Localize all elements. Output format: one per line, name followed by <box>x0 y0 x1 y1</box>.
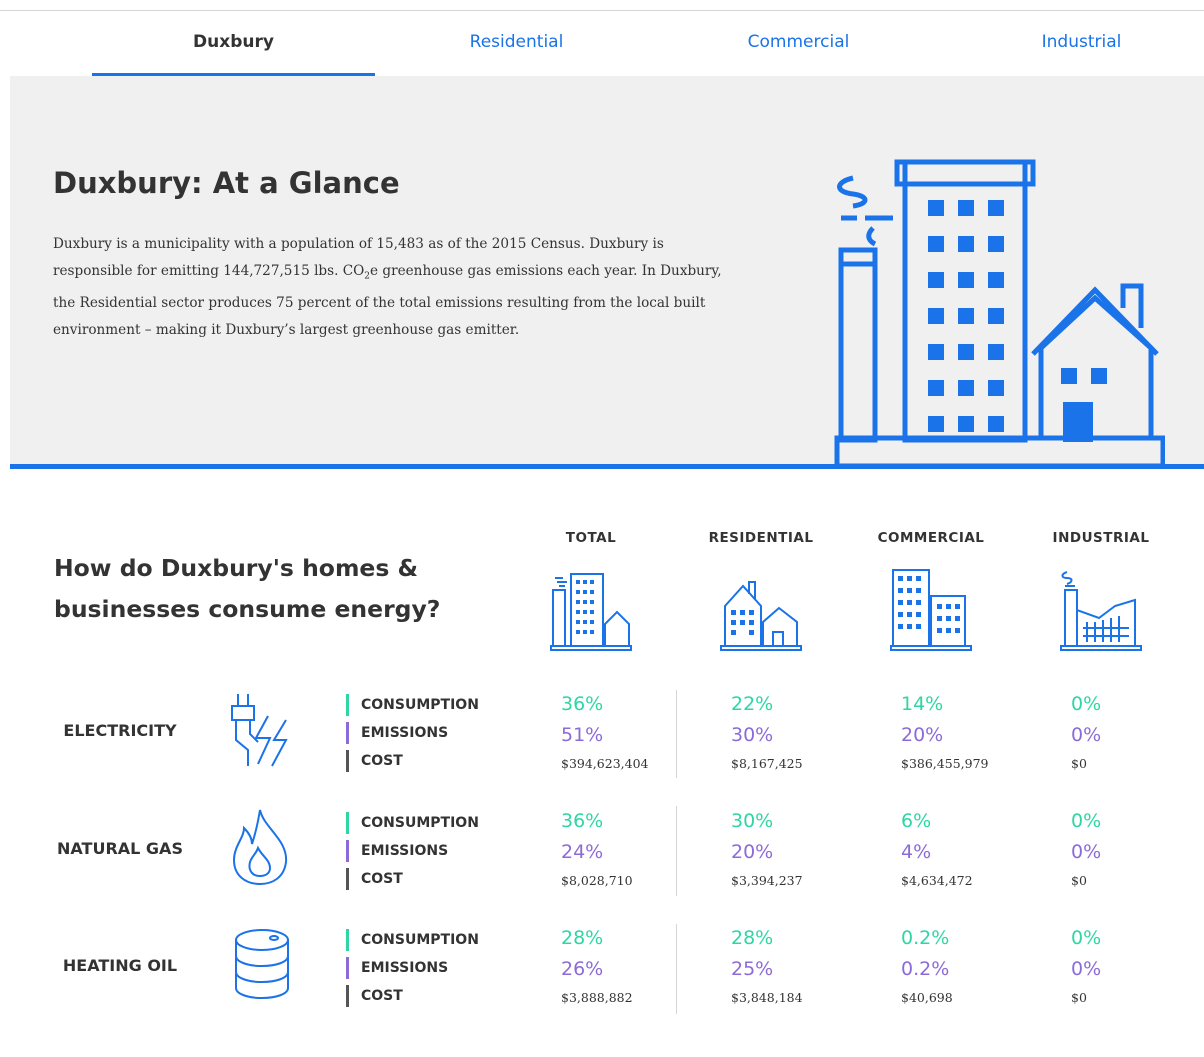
heating-oil-residential-consumption: 28% <box>731 927 774 949</box>
metric-label-cost: COST <box>346 868 403 890</box>
metric-label-emissions: EMISSIONS <box>346 957 448 979</box>
tab-residential[interactable]: Residential <box>375 28 658 76</box>
natural-gas-total-consumption: 36% <box>561 810 604 832</box>
column-header-residential: RESIDENTIAL <box>708 530 814 546</box>
metric-label-consumption: CONSUMPTION <box>346 812 479 834</box>
row-label-natural-gas: NATURAL GAS <box>57 839 183 858</box>
city-skyline-icon <box>834 159 1165 468</box>
page-title: Duxbury: At a Glance <box>53 166 400 200</box>
electric-plug-icon <box>231 694 288 767</box>
electricity-commercial-cost: $386,455,979 <box>901 756 989 771</box>
electricity-industrial-cost: $0 <box>1071 756 1087 771</box>
electricity-residential-cost: $8,167,425 <box>731 756 803 771</box>
natural-gas-industrial-consumption: 0% <box>1071 810 1102 832</box>
total-buildings-icon <box>550 573 632 651</box>
column-divider <box>676 806 677 896</box>
column-header-industrial: INDUSTRIAL <box>1052 530 1150 546</box>
natural-gas-residential-cost: $3,394,237 <box>731 873 803 888</box>
natural-gas-commercial-emissions: 4% <box>901 841 932 863</box>
tab-commercial[interactable]: Commercial <box>657 28 940 76</box>
metric-label-emissions: EMISSIONS <box>346 840 448 862</box>
natural-gas-industrial-cost: $0 <box>1071 873 1087 888</box>
natural-gas-total-cost: $8,028,710 <box>561 873 633 888</box>
metric-label-consumption: CONSUMPTION <box>346 694 479 716</box>
natural-gas-residential-emissions: 20% <box>731 841 774 863</box>
heating-oil-total-cost: $3,888,882 <box>561 990 633 1005</box>
heating-oil-industrial-consumption: 0% <box>1071 927 1102 949</box>
hero-description: Duxbury is a municipality with a populat… <box>53 236 722 339</box>
heating-oil-residential-emissions: 25% <box>731 958 774 980</box>
commercial-buildings-icon <box>890 569 972 651</box>
flame-icon <box>232 809 288 886</box>
industrial-factory-icon <box>1060 571 1142 651</box>
electricity-industrial-consumption: 0% <box>1071 693 1102 715</box>
natural-gas-commercial-cost: $4,634,472 <box>901 873 973 888</box>
column-divider <box>676 690 677 778</box>
heating-oil-residential-cost: $3,848,184 <box>731 990 803 1005</box>
column-header-commercial: COMMERCIAL <box>877 530 985 546</box>
heating-oil-commercial-cost: $40,698 <box>901 990 953 1005</box>
residential-buildings-icon <box>720 581 802 651</box>
electricity-residential-emissions: 30% <box>731 724 774 746</box>
hero-accent-bar <box>10 464 1204 469</box>
oil-barrel-icon <box>235 929 289 1000</box>
metric-label-cost: COST <box>346 985 403 1007</box>
metric-label-emissions: EMISSIONS <box>346 722 448 744</box>
at-a-glance-panel: Duxbury: At a Glance Duxbury is a munici… <box>10 76 1204 468</box>
natural-gas-residential-consumption: 30% <box>731 810 774 832</box>
heating-oil-total-consumption: 28% <box>561 927 604 949</box>
electricity-total-cost: $394,623,404 <box>561 756 649 771</box>
heating-oil-industrial-emissions: 0% <box>1071 958 1102 980</box>
sector-tabs: Duxbury Residential Commercial Industria… <box>92 28 1204 76</box>
section-title: How do Duxbury's homes & businesses cons… <box>54 554 441 623</box>
heating-oil-industrial-cost: $0 <box>1071 990 1087 1005</box>
electricity-industrial-emissions: 0% <box>1071 724 1102 746</box>
electricity-residential-consumption: 22% <box>731 693 774 715</box>
row-label-heating-oil: HEATING OIL <box>62 956 178 975</box>
heating-oil-commercial-emissions: 0.2% <box>901 958 950 980</box>
natural-gas-industrial-emissions: 0% <box>1071 841 1102 863</box>
tab-duxbury[interactable]: Duxbury <box>92 28 375 76</box>
heating-oil-total-emissions: 26% <box>561 958 604 980</box>
electricity-commercial-consumption: 14% <box>901 693 944 715</box>
tab-industrial[interactable]: Industrial <box>940 28 1204 76</box>
electricity-total-consumption: 36% <box>561 693 604 715</box>
top-divider <box>0 10 1204 11</box>
electricity-total-emissions: 51% <box>561 724 604 746</box>
row-label-electricity: ELECTRICITY <box>63 721 177 740</box>
column-divider <box>676 924 677 1014</box>
column-header-total: TOTAL <box>565 530 617 546</box>
metric-label-consumption: CONSUMPTION <box>346 929 479 951</box>
metric-label-cost: COST <box>346 750 403 772</box>
natural-gas-total-emissions: 24% <box>561 841 604 863</box>
electricity-commercial-emissions: 20% <box>901 724 944 746</box>
heating-oil-commercial-consumption: 0.2% <box>901 927 950 949</box>
natural-gas-commercial-consumption: 6% <box>901 810 932 832</box>
